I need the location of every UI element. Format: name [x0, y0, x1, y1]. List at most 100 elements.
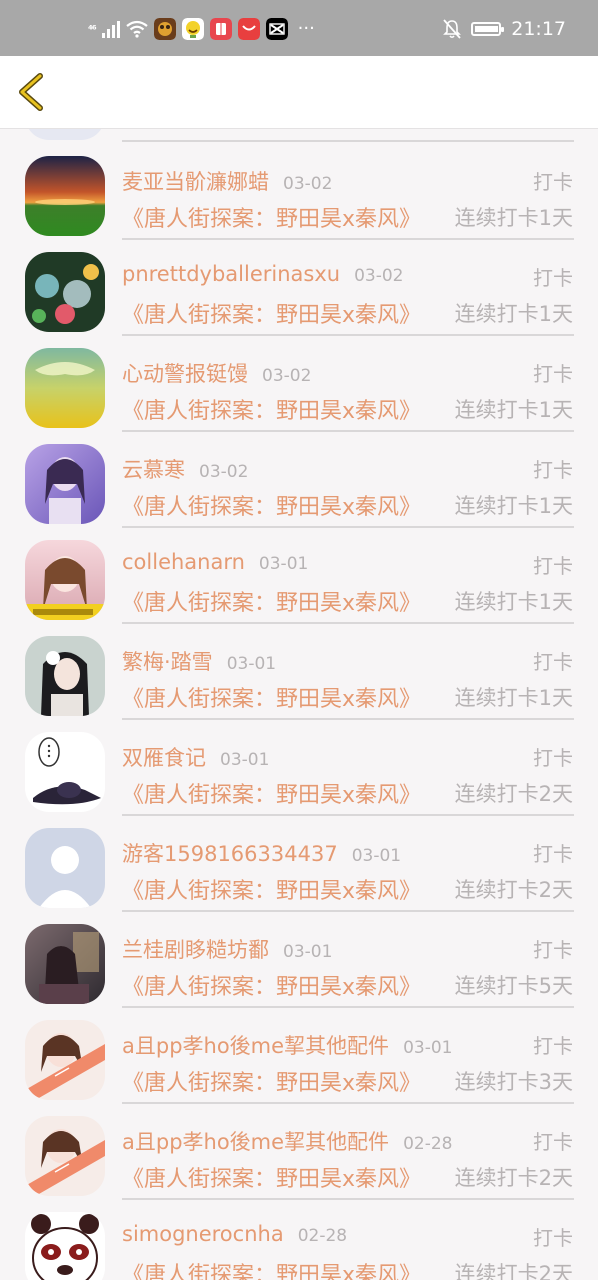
- capcut-app-icon: [265, 18, 288, 40]
- mute-bell-icon: [443, 19, 462, 39]
- streak-count: 连续打卡2天: [454, 1262, 573, 1280]
- list-item[interactable]: 游客1598166334437 03-01 打卡 《唐人街探案：野田昊x秦风》 连续打卡…: [0, 828, 598, 924]
- book-title[interactable]: 《唐人街探案：野田昊x秦风》: [122, 393, 421, 425]
- avatar[interactable]: [25, 924, 105, 1004]
- avatar[interactable]: [25, 252, 105, 332]
- more-notifications-icon: ···: [297, 18, 315, 39]
- user-name[interactable]: 心动警报铤馒 03-02: [122, 358, 311, 388]
- divider: [122, 718, 574, 720]
- avatar: [25, 128, 105, 140]
- avatar[interactable]: [25, 444, 105, 524]
- checkin-type: 打卡: [533, 938, 573, 962]
- avatar[interactable]: [25, 1116, 105, 1196]
- status-bar: ⁴⁶ ··· 21:17: [0, 0, 598, 56]
- status-left: ⁴⁶ ···: [88, 18, 315, 40]
- user-name[interactable]: 游客1598166334437 03-01: [122, 838, 401, 868]
- checkin-date: 03-01: [220, 750, 270, 770]
- status-right: 21:17: [443, 18, 566, 40]
- streak-count: 连续打卡1天: [454, 206, 573, 230]
- divider: [122, 430, 574, 432]
- top-nav-bar: [0, 56, 598, 129]
- list-item[interactable]: collehanarn 03-01 打卡 《唐人街探案：野田昊x秦风》 连续打卡1天: [0, 540, 598, 636]
- user-name[interactable]: 繁梅·踏雪 03-01: [122, 646, 276, 676]
- book-title[interactable]: 《唐人街探案：野田昊x秦风》: [122, 201, 421, 233]
- checkin-type: 打卡: [533, 842, 573, 866]
- streak-count: 连续打卡1天: [454, 398, 573, 422]
- book-title[interactable]: 《唐人街探案：野田昊x秦风》: [122, 873, 421, 905]
- checkin-date: 03-01: [226, 654, 277, 674]
- checkin-type: 打卡: [533, 1226, 573, 1250]
- user-name[interactable]: simognerocnha 02-28: [122, 1222, 347, 1246]
- list-item[interactable]: a且pp孝ho後me挈其他配件 03-01 打卡《唐人街探案：野田昊x秦风》 连续打卡…: [0, 1020, 598, 1116]
- book-title[interactable]: 《唐人街探案：野田昊x秦风》: [122, 1161, 421, 1193]
- book-title[interactable]: 《唐人街探案：野田昊x秦风》: [122, 1065, 421, 1097]
- checkin-type: 打卡: [533, 650, 573, 674]
- avatar[interactable]: [25, 1020, 105, 1100]
- divider: [122, 526, 574, 528]
- checkin-type: 打卡: [533, 458, 573, 482]
- divider: [122, 238, 574, 240]
- divider: [122, 1102, 574, 1104]
- avatar[interactable]: [25, 636, 105, 716]
- divider: [122, 910, 574, 912]
- divider: [122, 814, 574, 816]
- book-title[interactable]: 《唐人街探案：野田昊x秦风》: [122, 489, 421, 521]
- user-name[interactable]: 麦亚当骱濂娜蜡 03-02: [122, 166, 332, 196]
- signal-bars-icon: [101, 20, 120, 38]
- emoji-app-icon: [181, 18, 204, 40]
- checkin-type: 打卡: [533, 554, 573, 578]
- list-item[interactable]: 兰桂剧眵糙坊鄱 03-01 打卡《唐人街探案：野田昊x秦风》 连续打卡5天: [0, 924, 598, 1020]
- book-title[interactable]: 《唐人街探案：野田昊x秦风》: [122, 1257, 421, 1280]
- user-name[interactable]: 兰桂剧眵糙坊鄱 03-01: [122, 934, 332, 964]
- checkin-date: 02-28: [297, 1226, 348, 1246]
- avatar[interactable]: [25, 1212, 105, 1280]
- list-item[interactable]: 心动警报铤馒 03-02 打卡《唐人街探案：野田昊x秦风》 连续打卡1天: [0, 348, 598, 444]
- divider: [122, 1198, 574, 1200]
- checkin-type: 打卡: [533, 362, 573, 386]
- list-item[interactable]: a且pp孝ho後me挈其他配件 02-28 打卡 《唐人街探案：野田昊x秦风》 连续打卡…: [0, 1116, 598, 1212]
- red-book-app-icon: [209, 18, 232, 40]
- streak-count: 连续打卡1天: [454, 494, 573, 518]
- streak-count: 连续打卡1天: [454, 302, 573, 326]
- checkin-type: 打卡: [533, 170, 573, 194]
- avatar[interactable]: [25, 540, 105, 620]
- book-title[interactable]: 《唐人街探案：野田昊x秦风》: [122, 969, 421, 1001]
- list-item[interactable]: simognerocnha 02-28 打卡《唐人街探案：野田昊x秦风》 连续打卡2天: [0, 1212, 598, 1280]
- divider: [122, 622, 574, 624]
- avatar[interactable]: [25, 828, 105, 908]
- book-title[interactable]: 《唐人街探案：野田昊x秦风》: [122, 297, 421, 329]
- user-name[interactable]: 双雁食记 03-01: [122, 742, 269, 772]
- divider: [122, 140, 574, 142]
- checkin-type: 打卡: [533, 266, 573, 290]
- checkin-date: 02-28: [403, 1134, 453, 1154]
- chevron-left-icon[interactable]: [12, 70, 52, 114]
- streak-count: 连续打卡1天: [454, 686, 573, 710]
- streak-count: 连续打卡5天: [454, 974, 573, 998]
- avatar[interactable]: [25, 732, 105, 812]
- avatar[interactable]: [25, 156, 105, 236]
- game-app-icon: [153, 18, 176, 40]
- list-item[interactable]: pnrettdyballerinasxu 03-02 打卡《唐人街探案：野田昊x秦风…: [0, 252, 598, 348]
- user-name[interactable]: a且pp孝ho後me挈其他配件 02-28: [122, 1126, 452, 1156]
- checkin-date: 03-01: [258, 554, 309, 574]
- list-item-partial: [0, 128, 598, 142]
- user-name[interactable]: collehanarn 03-01: [122, 550, 308, 574]
- book-title[interactable]: 《唐人街探案：野田昊x秦风》: [122, 585, 421, 617]
- list-item[interactable]: 云慕寒 03-02 打卡《唐人街探案：野田昊x秦风》 连续打卡1天: [0, 444, 598, 540]
- checkin-type: 打卡: [533, 1034, 573, 1058]
- avatar[interactable]: [25, 348, 105, 428]
- list-item[interactable]: 双雁食记 03-01 打卡 《唐人街探案：野田昊x秦风》 连续打卡2天: [0, 732, 598, 828]
- signal-4g-icon: ⁴⁶: [88, 22, 97, 36]
- book-title[interactable]: 《唐人街探案：野田昊x秦风》: [122, 777, 421, 809]
- divider: [122, 334, 574, 336]
- book-title[interactable]: 《唐人街探案：野田昊x秦风》: [122, 681, 421, 713]
- streak-count: 连续打卡3天: [454, 1070, 573, 1094]
- list-item[interactable]: 麦亚当骱濂娜蜡 03-02 打卡《唐人街探案：野田昊x秦风》 连续打卡1天: [0, 156, 598, 252]
- user-name[interactable]: 云慕寒 03-02: [122, 454, 248, 484]
- shop-app-icon: [237, 18, 260, 40]
- user-name[interactable]: pnrettdyballerinasxu 03-02: [122, 262, 403, 286]
- checkin-date: 03-02: [354, 266, 404, 286]
- list-item[interactable]: 繁梅·踏雪 03-01 打卡《唐人街探案：野田昊x秦风》 连续打卡1天: [0, 636, 598, 732]
- checkin-list: 麦亚当骱濂娜蜡 03-02 打卡 《唐人街探案：野田昊x秦风》 连续打卡1天 pnrett…: [0, 128, 598, 1280]
- user-name[interactable]: a且pp孝ho後me挈其他配件 03-01: [122, 1030, 452, 1060]
